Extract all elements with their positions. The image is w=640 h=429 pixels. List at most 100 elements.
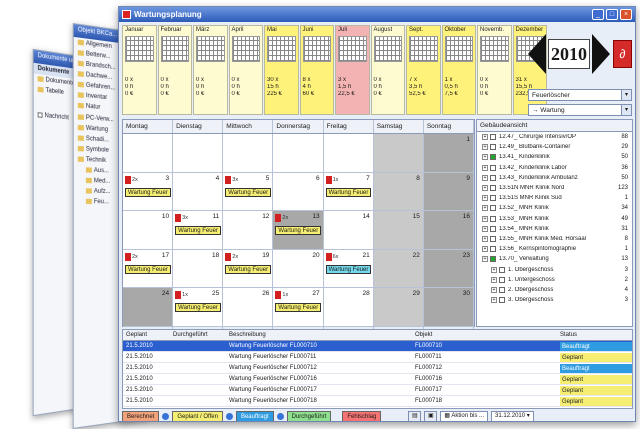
- expand-icon[interactable]: +: [482, 185, 488, 191]
- calendar-day-cell[interactable]: 29: [374, 288, 424, 326]
- tree-checkbox[interactable]: [490, 246, 496, 252]
- expand-icon[interactable]: +: [482, 205, 488, 211]
- column-header[interactable]: Status: [560, 330, 632, 340]
- calendar-day-cell[interactable]: [273, 134, 323, 172]
- month-tile[interactable]: März 0 x0 h0 €: [193, 25, 228, 115]
- calendar-day-cell[interactable]: 15: [374, 211, 424, 249]
- expand-icon[interactable]: +: [482, 246, 488, 252]
- column-header[interactable]: Beschreibung: [229, 330, 415, 340]
- tree-checkbox[interactable]: [490, 216, 496, 222]
- calendar-event[interactable]: Wartung Feuer: [125, 265, 171, 274]
- save-icon[interactable]: ▣: [424, 411, 437, 422]
- calendar-event[interactable]: Wartung Feuer: [125, 188, 171, 197]
- calendar-day-cell[interactable]: 28: [324, 288, 374, 326]
- month-tile[interactable]: August 0 x0 h0 €: [371, 25, 406, 115]
- month-tile[interactable]: Februar 0 x0 h0 €: [158, 25, 193, 115]
- expand-icon[interactable]: +: [491, 297, 497, 303]
- expand-icon[interactable]: +: [491, 277, 497, 283]
- close-button[interactable]: ×: [620, 9, 632, 20]
- month-tile[interactable]: Mai 30 x 15 h 225 €: [264, 25, 299, 115]
- calendar-day-cell[interactable]: 10: [123, 211, 173, 249]
- month-tile[interactable]: Sept. 7 x 3,5 h 52,5 €: [406, 25, 441, 115]
- table-row[interactable]: 21.5.2010 Wartung Feuerlöscher FL000717 FL…: [123, 385, 632, 396]
- tree-checkbox[interactable]: [490, 236, 496, 242]
- next-year-arrow-icon[interactable]: [592, 34, 610, 74]
- table-row[interactable]: 21.5.2010 Wartung Feuerlöscher FL000712 FL…: [123, 363, 632, 374]
- tree-row[interactable]: +13.41_ Kinderklinik 50: [477, 152, 632, 162]
- legend-beauftragt[interactable]: Beauftragt: [236, 411, 274, 422]
- tree-row[interactable]: +13.51S MNR Klinik Süd 1: [477, 193, 632, 203]
- expand-icon[interactable]: +: [482, 195, 488, 201]
- tree-checkbox[interactable]: [490, 256, 496, 262]
- calendar-day-cell[interactable]: 18: [173, 250, 223, 288]
- calendar-event[interactable]: Wartung Feuer: [326, 188, 372, 197]
- tree-row[interactable]: +13.56_ Kernspintomographie 1: [477, 244, 632, 254]
- tree-checkbox[interactable]: [499, 297, 505, 303]
- month-tile[interactable]: April 0 x0 h0 €: [229, 25, 264, 115]
- tree-row[interactable]: +3. Obergeschoss 3: [477, 295, 632, 305]
- expand-icon[interactable]: +: [491, 287, 497, 293]
- calendar-day-cell[interactable]: [374, 134, 424, 172]
- expand-icon[interactable]: +: [482, 175, 488, 181]
- month-tile[interactable]: Juni 8 x4 h 60 €: [300, 25, 335, 115]
- category-select[interactable]: Feuerlöscher ▾: [528, 89, 632, 101]
- maximize-button[interactable]: □: [606, 9, 618, 20]
- tree-row[interactable]: +13.42_ Kinderklinik Labor 36: [477, 163, 632, 173]
- tree-row[interactable]: +12.49_ Blutbank-Container 29: [477, 142, 632, 152]
- month-tile[interactable]: Juli 3 x 1,5 h 22,5 €: [335, 25, 370, 115]
- legend-berechnet[interactable]: Berechnet: [122, 411, 159, 422]
- ear-icon[interactable]: ∂: [613, 40, 632, 68]
- tree-row[interactable]: +13.43_ Kinderklinik Ambulanz 50: [477, 173, 632, 183]
- calendar-day-cell[interactable]: 8: [374, 173, 424, 211]
- date-field[interactable]: 31.12.2010 ▾: [491, 411, 534, 422]
- calendar-day-cell[interactable]: 12: [223, 211, 273, 249]
- legend-durchgefuehrt[interactable]: Durchgeführt: [287, 411, 332, 422]
- legend-fehlschlag[interactable]: Fehlschlag: [342, 411, 381, 422]
- tree-checkbox[interactable]: [490, 165, 496, 171]
- tree-row[interactable]: +13.51N MNR Klinik Nord 123: [477, 183, 632, 193]
- calendar-day-cell[interactable]: 24: [123, 288, 173, 326]
- tree-row[interactable]: +1. Obergeschoss 3: [477, 264, 632, 274]
- legend-geplant[interactable]: Geplant / Offen: [172, 411, 223, 422]
- tree-row[interactable]: +1. Untergeschoss 2: [477, 275, 632, 285]
- expand-icon[interactable]: +: [482, 226, 488, 232]
- action-until-button[interactable]: ▦ Aktion bis ...: [440, 411, 488, 422]
- calendar-day-cell[interactable]: 3 2x Wartung Feuer: [123, 173, 173, 211]
- calendar-event[interactable]: Wartung Feuer: [225, 265, 271, 274]
- expand-icon[interactable]: +: [482, 216, 488, 222]
- calendar-day-cell[interactable]: 19 2x Wartung Feuer: [223, 250, 273, 288]
- calendar-day-cell[interactable]: 21 6x Wartung Feuer: [324, 250, 374, 288]
- calendar-day-cell[interactable]: 30: [424, 288, 474, 326]
- calendar-day-cell[interactable]: 11 3x Wartung Feuer: [173, 211, 223, 249]
- column-header[interactable]: Objekt: [415, 330, 560, 340]
- calendar-day-cell[interactable]: 25 1x Wartung Feuer: [173, 288, 223, 326]
- calendar-day-cell[interactable]: 9: [424, 173, 474, 211]
- calendar-event[interactable]: Wartung Feuer: [275, 226, 321, 235]
- tree-checkbox[interactable]: [490, 195, 496, 201]
- tree-checkbox[interactable]: [490, 175, 496, 181]
- expand-icon[interactable]: +: [482, 165, 488, 171]
- calendar-day-cell[interactable]: 17 2x Wartung Feuer: [123, 250, 173, 288]
- calendar-event[interactable]: Wartung Feuer: [326, 265, 372, 274]
- tree-row[interactable]: +12.47_ Chirurgie Intensiv/OP 88: [477, 132, 632, 142]
- expand-icon[interactable]: +: [482, 256, 488, 262]
- tree-checkbox[interactable]: [499, 287, 505, 293]
- tree-row[interactable]: +13.55_ MNR Klinik Med. Hörsaal 8: [477, 234, 632, 244]
- month-tile[interactable]: Oktober 1 x 0,5 h 7,5 €: [442, 25, 477, 115]
- tree-row[interactable]: +13.52_ MNR Klinik 34: [477, 203, 632, 213]
- calendar-day-cell[interactable]: 1: [424, 134, 474, 172]
- calendar-day-cell[interactable]: 13 2x Wartung Feuer: [273, 211, 323, 249]
- print-icon[interactable]: ▤: [408, 411, 421, 422]
- calendar-day-cell[interactable]: 27 1x Wartung Feuer: [273, 288, 323, 326]
- calendar-event[interactable]: Wartung Feuer: [225, 188, 271, 197]
- tree-checkbox[interactable]: [490, 185, 496, 191]
- tree-checkbox[interactable]: [499, 277, 505, 283]
- table-row[interactable]: 21.5.2010 Wartung Feuerlöscher FL000718 FL…: [123, 396, 632, 407]
- expand-icon[interactable]: +: [482, 144, 488, 150]
- expand-icon[interactable]: +: [482, 134, 488, 140]
- table-row[interactable]: 21.5.2010 Wartung Feuerlöscher FL000711 FL…: [123, 352, 632, 363]
- tree-checkbox[interactable]: [490, 226, 496, 232]
- expand-icon[interactable]: +: [482, 154, 488, 160]
- tree-checkbox[interactable]: [490, 144, 496, 150]
- calendar-day-cell[interactable]: 26: [223, 288, 273, 326]
